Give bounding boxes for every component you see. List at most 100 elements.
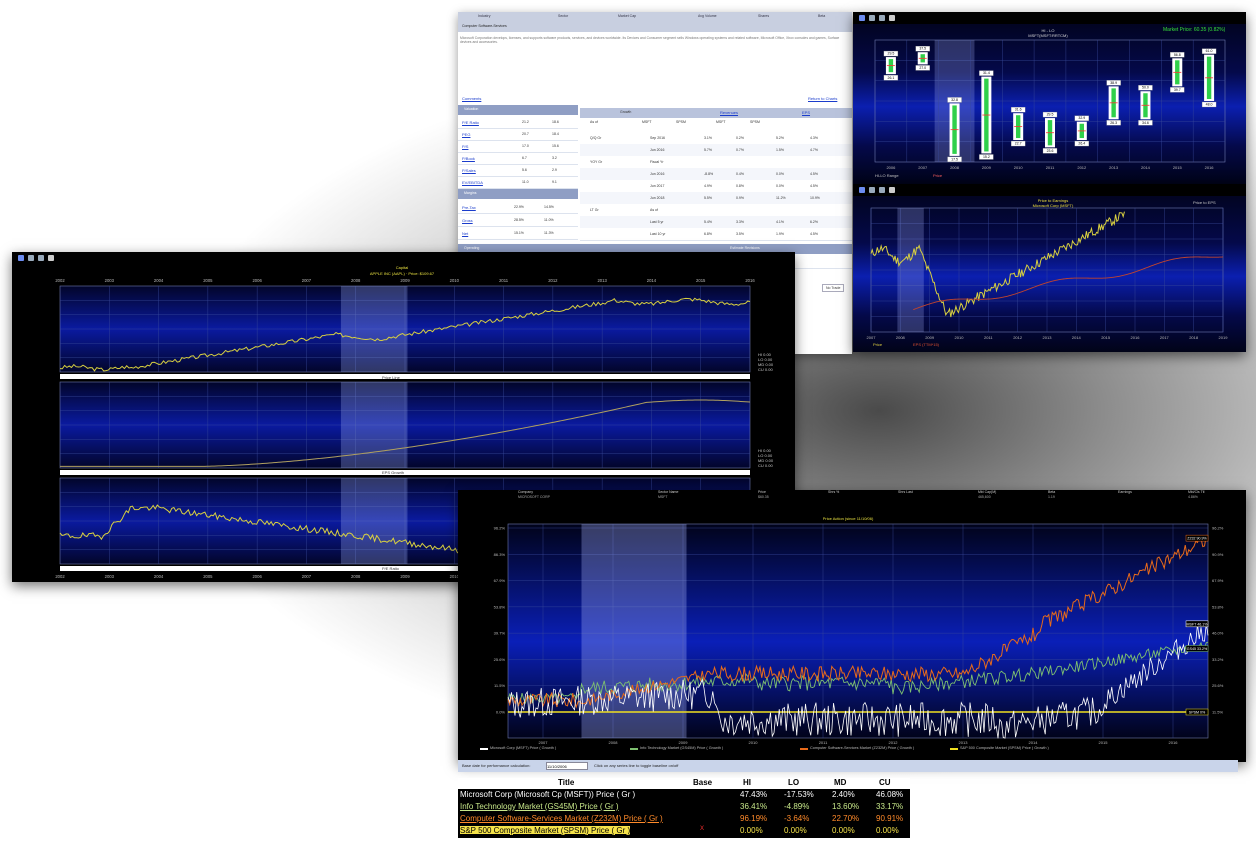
valuation-metric-link[interactable]: P/Book [462,156,475,161]
capital-top-year-label: 2004 [154,278,164,283]
valuation-sector: 9.1 [552,180,557,184]
hi-lo-lo-label: 26.3 [1110,121,1117,125]
margin-sector: 11.3% [544,231,554,235]
margin-metric-link[interactable]: Pre-Tax [462,205,476,210]
hi-lo-hi-label: 37.5 [919,47,926,51]
growth-eps-spsm: 4.5% [810,232,818,236]
hi-lo-year-label: 2008 [950,165,960,170]
margin-msft: 28.5% [514,218,524,222]
price-action-y-left-label: 39.7% [494,631,506,636]
capital-top-year-label: 2006 [252,278,262,283]
growth-eps-msft: 4.1% [776,220,784,224]
growth-col-header: MSFT [642,120,652,124]
legend-entry[interactable]: Computer Software-Services Market (Z232M… [810,746,914,750]
capital-bottom-year-label: 2006 [252,574,262,579]
capital-top-year-label: 2011 [499,278,509,283]
company-description: Microsoft Corporation develops, licenses… [460,36,840,45]
growth-date: Last 10 yr [650,232,666,236]
performance-row: Info Technology Market (GS45M) Price ( G… [458,802,910,813]
performance-hi: 0.00% [740,826,763,835]
col-hi: HI [743,778,751,787]
price-action-y-right-label: 33.2% [1212,657,1224,662]
performance-row-title[interactable]: S&P 500 Composite Market (SPSM) Price ( … [460,826,631,835]
panel2-label: EPS Growth [382,470,405,475]
capital-top-year-label: 2007 [302,278,312,283]
legend-entry[interactable]: S&P 500 Composite Market (SPSM) Price ( … [960,746,1049,750]
valuation-msft: 21.2 [522,120,529,124]
valuation-metric-link[interactable]: P/S [462,144,468,149]
price-action-year-label: 2012 [889,740,899,745]
header-sector: Sector [558,14,569,18]
base-date-label: Base date for performance calculation: [462,763,531,768]
growth-rev-spsm: 0.4% [736,172,744,176]
growth-period: YOY Gr [590,160,603,164]
hi-lo-year-label: 2010 [1014,165,1024,170]
performance-cu: 0.00% [876,826,899,835]
capital-panel-band [60,374,750,379]
hi-lo-hi-label: 31.4 [983,71,990,75]
base-date-bar: Base date for performance calculation: C… [458,760,1238,772]
performance-md: 13.60% [832,802,860,811]
remove-series-icon[interactable]: X [700,826,704,832]
performance-row-title[interactable]: Info Technology Market (GS45M) Price ( G… [460,802,619,811]
performance-row-title[interactable]: Microsoft Corp (Microsoft Cp (MSFT)) Pri… [460,790,635,799]
capital-top-year-label: 2013 [597,278,607,283]
hi-lo-lo-label: 15.2 [983,155,990,159]
capital-recession-shade [340,286,408,372]
margin-msft: 15.1% [514,231,524,235]
revenues-link[interactable]: Revenues [720,110,738,115]
price-action-y-left-label: 67.9% [494,578,506,583]
growth-rev-msft: 5.7% [704,148,712,152]
price-action-year-label: 2015 [1099,740,1109,745]
valuation-metric-link[interactable]: P/Sales [462,168,476,173]
growth-eps-msft: 0.0% [776,172,784,176]
margin-metric-link[interactable]: Net [462,231,468,236]
price-action-y-right-label: 25.6% [1212,683,1224,688]
header-shares: Shares [758,14,770,18]
pe-year-label: 2019 [1219,335,1229,340]
price-action-year-label: 2010 [749,740,759,745]
margin-metric-link[interactable]: Gross [462,218,473,223]
legend-entry[interactable]: Info Technology Market (GS45M) Price ( G… [640,746,723,750]
growth-rev-msft: 5.5% [704,196,712,200]
comments-link[interactable]: Comments [462,96,481,101]
col-title: Title [558,778,575,787]
valuation-sector: 18.4 [552,132,559,136]
hi-lo-legend-range: HI-LO Range [875,173,899,178]
price-action-year-label: 2008 [609,740,619,745]
capital-bottom-year-label: 2002 [55,574,65,579]
base-date-input[interactable] [546,762,588,770]
performance-row: Computer Software-Services Market (Z232M… [458,814,910,825]
performance-lo: -3.64% [784,814,810,823]
price-action-y-right-label: 11.5% [1212,710,1223,715]
valuation-metric-link[interactable]: EV/EBITDA [462,180,483,185]
performance-row-title[interactable]: Computer Software-Services Market (Z232M… [460,814,663,823]
legend-entry[interactable]: Microsoft Corp (MSFT) Price ( Growth ) [490,746,556,750]
price-action-y-left-label: 0.0% [496,710,506,715]
fundamentals-header: Industry Sector Market Cap Avg Volume Sh… [458,12,852,32]
performance-cu: 90.91% [876,814,904,823]
valuation-metric-link[interactable]: P/E Ratio [462,120,479,125]
header-industry: Industry [478,14,491,18]
hi-lo-year-label: 2014 [1141,165,1151,170]
growth-eps-spsm: 4.5% [810,172,818,176]
growth-eps-msft: 0.0% [776,184,784,188]
return-to-charts-link[interactable]: Return to Charts [808,96,837,101]
legend-swatch [630,748,638,750]
header-avg-volume: Avg Volume [698,14,717,18]
margin-row: Pre-Tax 22.9% 14.5% [458,201,578,214]
price-action-y-right-label: 90.9% [1212,552,1224,557]
eps-link[interactable]: EPS [802,110,810,115]
growth-eps-spsm: 4.7% [810,148,818,152]
price-action-y-left-label: 96.2% [494,526,506,531]
legend-swatch [800,748,808,750]
pe-year-label: 2017 [1160,335,1170,340]
price-action-year-label: 2014 [1029,740,1039,745]
pe-year-label: 2015 [1101,335,1111,340]
price-action-y-right-label: 46.0% [1212,631,1224,636]
valuation-metric-link[interactable]: PEG [462,132,470,137]
valuation-msft: 11.0 [522,180,529,184]
price-action-year-label: 2009 [679,740,689,745]
header-beta: Beta [818,14,826,18]
hi-lo-year-label: 2016 [1205,165,1215,170]
